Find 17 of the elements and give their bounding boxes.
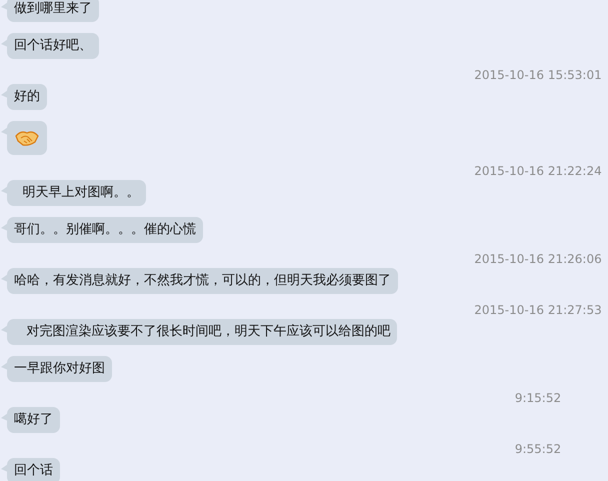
message-bubble: 对完图渲染应该要不了很长时间吧，明天下午应该可以给图的吧 — [7, 319, 398, 345]
message-bubble: 明天早上对图啊。。 — [7, 180, 146, 206]
timestamp: 2015-10-16 15:53:01 — [473, 68, 603, 82]
timestamp: 2015-10-16 21:26:06 — [473, 252, 603, 266]
message-bubble: 回个话好吧、 — [7, 33, 99, 59]
message-bubble: 哥们。。别催啊。。。催的心慌 — [7, 217, 203, 243]
message-bubble: 一早跟你对好图 — [7, 356, 112, 382]
handshake-icon — [15, 129, 39, 147]
message-bubble: 回个话 — [7, 458, 60, 481]
timestamp: 9:15:52 — [514, 391, 562, 405]
message-bubble: 好的 — [7, 84, 47, 110]
message-bubble: 哈哈，有发消息就好，不然我才慌，可以的，但明天我必须要图了 — [7, 268, 398, 294]
timestamp: 2015-10-16 21:22:24 — [473, 164, 603, 178]
timestamp: 9:55:52 — [514, 442, 562, 456]
message-bubble: 做到哪里来了 — [7, 0, 99, 22]
timestamp: 2015-10-16 21:27:53 — [473, 303, 603, 317]
message-bubble: 噶好了 — [7, 407, 60, 433]
